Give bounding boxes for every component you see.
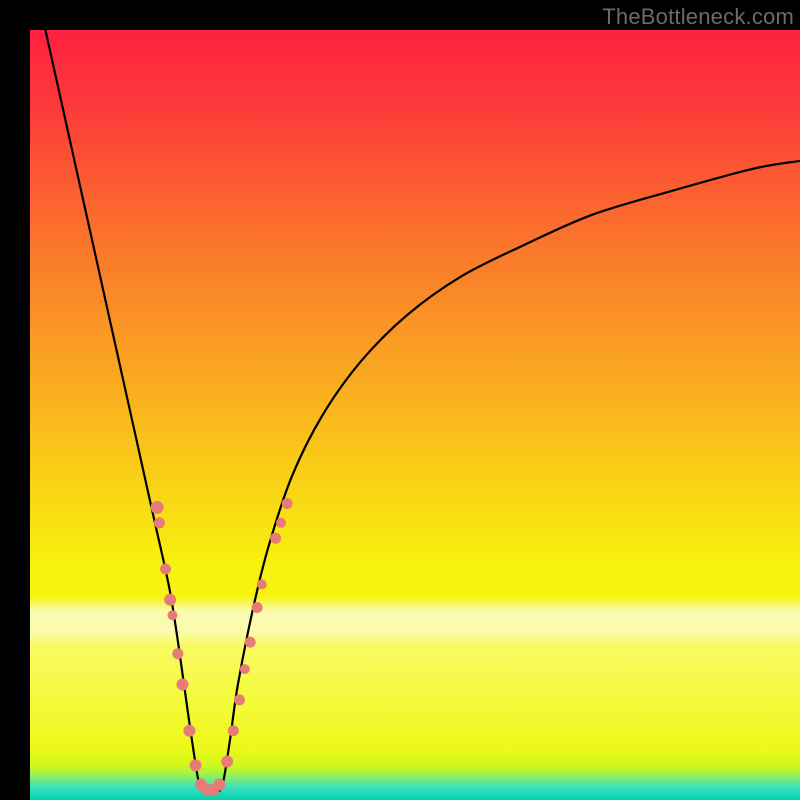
- data-point: [252, 602, 263, 613]
- data-point: [257, 579, 267, 589]
- data-point: [228, 725, 239, 736]
- data-point: [167, 610, 177, 620]
- data-point: [183, 725, 195, 737]
- chart-frame: TheBottleneck.com: [0, 0, 800, 800]
- data-point: [245, 637, 256, 648]
- data-point: [276, 518, 286, 528]
- data-point: [213, 779, 225, 791]
- watermark-text: TheBottleneck.com: [602, 4, 794, 30]
- data-points: [151, 498, 293, 796]
- plot-area: [30, 30, 800, 800]
- data-point: [172, 648, 183, 659]
- bottleneck-curve: [45, 30, 800, 793]
- curve-layer: [30, 30, 800, 800]
- data-point: [190, 759, 202, 771]
- data-point: [154, 517, 165, 528]
- data-point: [151, 501, 164, 514]
- data-point: [164, 594, 176, 606]
- data-point: [240, 664, 250, 674]
- data-point: [160, 564, 171, 575]
- data-point: [282, 498, 293, 509]
- data-point: [221, 756, 233, 768]
- data-point: [176, 679, 188, 691]
- data-point: [234, 694, 245, 705]
- data-point: [270, 533, 281, 544]
